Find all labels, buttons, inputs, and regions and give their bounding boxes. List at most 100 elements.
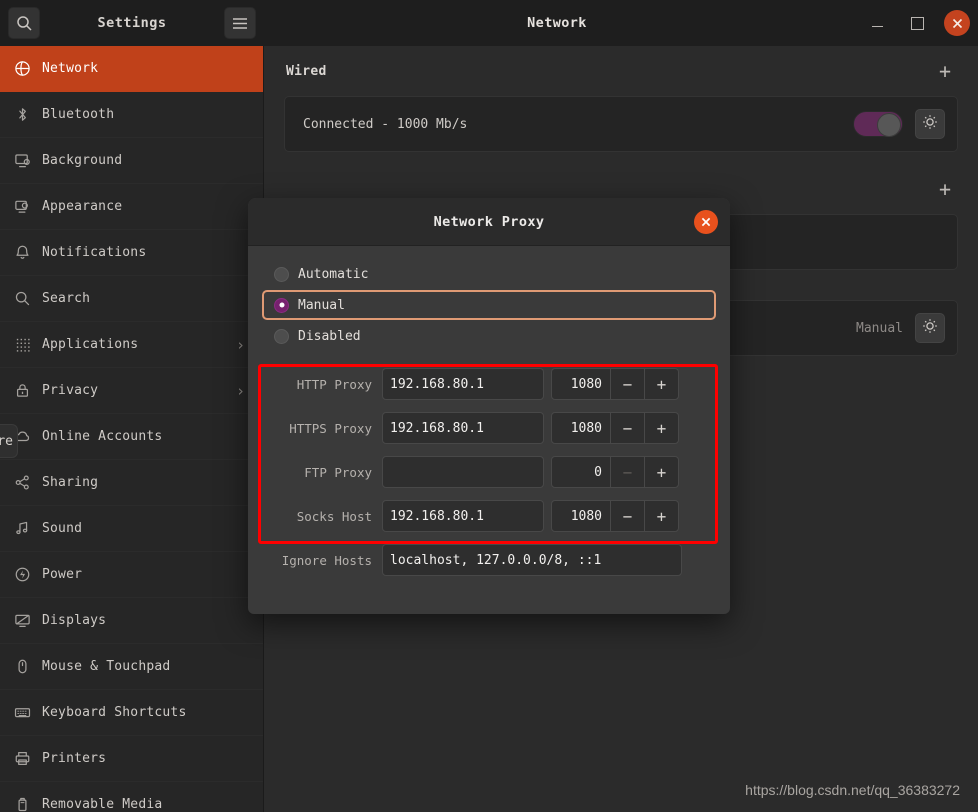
globe-icon xyxy=(14,58,40,80)
titlebar-right-pane: Network xyxy=(264,0,978,46)
appearance-icon xyxy=(14,196,40,218)
wired-row-controls xyxy=(853,109,945,139)
sidebar-item-network[interactable]: Network xyxy=(0,46,263,92)
close-icon xyxy=(952,14,963,33)
dialog-title: Network Proxy xyxy=(433,213,545,230)
apps-grid-icon xyxy=(14,334,40,356)
sidebar-item-sound[interactable]: Sound xyxy=(0,506,263,552)
ignore-hosts-input[interactable]: localhost, 127.0.0.0/8, ::1 xyxy=(382,544,682,576)
wired-section-title: Wired xyxy=(286,63,327,79)
chevron-right-icon: › xyxy=(235,381,245,400)
wired-connection-row[interactable]: Connected - 1000 Mb/s xyxy=(284,96,958,152)
sidebar-item-label: Printers xyxy=(42,751,107,766)
sidebar-item-label: Search xyxy=(42,291,91,306)
minimize-button[interactable] xyxy=(864,10,890,36)
http-proxy-port-decrement[interactable]: − xyxy=(610,369,644,399)
https-proxy-port-increment[interactable]: + xyxy=(644,413,678,443)
sidebar-item-label: Privacy xyxy=(42,383,99,398)
socks-host-input[interactable]: 192.168.80.1 xyxy=(382,500,544,532)
socks-host-port-value[interactable]: 1080 xyxy=(552,501,610,531)
sidebar-item-label: Notifications xyxy=(42,245,147,260)
search-button[interactable] xyxy=(8,7,40,39)
https-proxy-port-spinner[interactable]: 1080− + xyxy=(551,412,679,444)
dialog-close-button[interactable] xyxy=(694,209,718,234)
sidebar-item-notifications[interactable]: Notifications xyxy=(0,230,263,276)
proxy-mode-automatic[interactable]: Automatic xyxy=(262,260,716,288)
proxy-mode-label: Disabled xyxy=(298,328,361,344)
https-proxy-port-decrement[interactable]: − xyxy=(610,413,644,443)
search-icon xyxy=(14,288,40,310)
radio-button-icon[interactable] xyxy=(274,297,289,313)
mouse-icon xyxy=(14,656,40,678)
sidebar-item-label: Displays xyxy=(42,613,107,628)
sidebar-item-search[interactable]: Search xyxy=(0,276,263,322)
gear-icon xyxy=(922,114,938,134)
socks-host-port-increment[interactable]: + xyxy=(644,501,678,531)
sidebar-item-sharing[interactable]: Sharing xyxy=(0,460,263,506)
socks-host-port-decrement[interactable]: − xyxy=(610,501,644,531)
add-wired-connection-button[interactable]: + xyxy=(934,60,956,82)
https-proxy-input[interactable]: 192.168.80.1 xyxy=(382,412,544,444)
proxy-mode-label: Manual xyxy=(298,297,345,313)
https-proxy-port-value[interactable]: 1080 xyxy=(552,413,610,443)
settings-sidebar[interactable]: Network Bluetooth Background Appearance Noti… xyxy=(0,46,264,812)
share-icon xyxy=(14,472,40,494)
sidebar-item-appearance[interactable]: Appearance xyxy=(0,184,263,230)
proxy-fields: HTTP Proxy 192.168.80.1 1080− + HTTPS Proxy 1… xyxy=(262,366,716,534)
maximize-button[interactable] xyxy=(904,10,930,36)
sidebar-item-bluetooth[interactable]: Bluetooth xyxy=(0,92,263,138)
sidebar-item-label: Keyboard Shortcuts xyxy=(42,705,187,720)
wired-section-header: Wired + xyxy=(264,46,978,96)
socks-host-port-spinner[interactable]: 1080− + xyxy=(551,500,679,532)
sidebar-item-removable-media[interactable]: Removable Media xyxy=(0,782,263,812)
sidebar-item-label: Sound xyxy=(42,521,83,536)
sidebar-item-label: Online Accounts xyxy=(42,429,163,444)
sidebar-item-keyboard-shortcuts[interactable]: Keyboard Shortcuts xyxy=(0,690,263,736)
http-proxy-input[interactable]: 192.168.80.1 xyxy=(382,368,544,400)
wired-status-label: Connected - 1000 Mb/s xyxy=(303,116,468,132)
power-icon xyxy=(14,564,40,586)
sidebar-item-label: Background xyxy=(42,153,123,168)
proxy-mode-value: Manual xyxy=(856,320,903,336)
sidebar-item-mouse-touchpad[interactable]: Mouse & Touchpad xyxy=(0,644,263,690)
sidebar-item-label: Power xyxy=(42,567,83,582)
ftp-proxy-port-value[interactable]: 0 xyxy=(552,457,610,487)
gear-icon xyxy=(922,318,938,338)
wired-toggle[interactable] xyxy=(853,111,903,137)
ftp-proxy-port-increment[interactable]: + xyxy=(644,457,678,487)
proxy-mode-disabled[interactable]: Disabled xyxy=(262,322,716,350)
ftp-proxy-port-decrement[interactable]: − xyxy=(610,457,644,487)
keyboard-icon xyxy=(14,702,40,724)
sidebar-item-background[interactable]: Background xyxy=(0,138,263,184)
proxy-settings-button[interactable] xyxy=(915,313,945,343)
ftp-proxy-input[interactable] xyxy=(382,456,544,488)
http-proxy-row: HTTP Proxy 192.168.80.1 1080− + xyxy=(262,366,716,402)
printer-icon xyxy=(14,748,40,770)
sidebar-item-label: Removable Media xyxy=(42,797,163,812)
radio-button-icon[interactable] xyxy=(274,266,289,282)
sidebar-item-displays[interactable]: Displays xyxy=(0,598,263,644)
proxy-mode-manual[interactable]: Manual xyxy=(262,290,716,320)
bell-icon xyxy=(14,242,40,264)
radio-button-icon[interactable] xyxy=(274,328,289,344)
window-close-button[interactable] xyxy=(944,10,970,36)
https-proxy-label: HTTPS Proxy xyxy=(289,420,372,436)
dialog-header: Network Proxy xyxy=(248,198,730,246)
http-proxy-port-value[interactable]: 1080 xyxy=(552,369,610,399)
add-second-connection-button[interactable]: + xyxy=(934,178,956,200)
sidebar-item-privacy[interactable]: Privacy › xyxy=(0,368,263,414)
sidebar-item-label: Sharing xyxy=(42,475,99,490)
sidebar-item-power[interactable]: Power xyxy=(0,552,263,598)
ftp-proxy-port-spinner[interactable]: 0− + xyxy=(551,456,679,488)
sidebar-item-online-accounts[interactable]: Online Accounts xyxy=(0,414,263,460)
proxy-mode-radio-group[interactable]: Automatic Manual Disabled xyxy=(262,260,716,350)
lock-icon xyxy=(14,380,40,402)
sidebar-item-printers[interactable]: Printers xyxy=(0,736,263,782)
http-proxy-port-spinner[interactable]: 1080− + xyxy=(551,368,679,400)
sidebar-item-applications[interactable]: Applications › xyxy=(0,322,263,368)
http-proxy-port-increment[interactable]: + xyxy=(644,369,678,399)
network-proxy-dialog: Network Proxy Automatic Manual Disabled HT… xyxy=(248,198,730,614)
wired-settings-button[interactable] xyxy=(915,109,945,139)
https-proxy-row: HTTPS Proxy 192.168.80.1 1080− + xyxy=(262,410,716,446)
chevron-right-icon: › xyxy=(235,335,245,354)
